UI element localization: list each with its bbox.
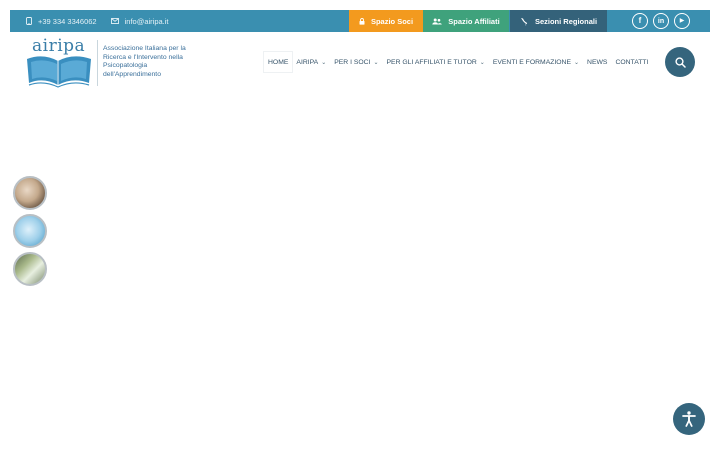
slider-thumbnail-1[interactable] xyxy=(13,176,47,210)
sezioni-regionali-label: Sezioni Regionali xyxy=(534,16,598,26)
spazio-soci-label: Spazio Soci xyxy=(370,16,414,26)
youtube-link[interactable]: ▶ xyxy=(674,13,690,29)
facebook-link[interactable]: f xyxy=(632,13,648,29)
chevron-down-icon: ⌄ xyxy=(574,59,580,66)
accessibility-icon xyxy=(682,411,696,427)
lock-icon xyxy=(359,17,365,25)
nav-item-airipa[interactable]: AIRIPA ⌄ xyxy=(292,52,330,72)
nav-item-news[interactable]: NEWS xyxy=(583,52,611,72)
nav-item-eventi-formazione[interactable]: EVENTI E FORMAZIONE ⌄ xyxy=(489,52,583,72)
brand-tagline: Associazione Italiana per la Ricerca e l… xyxy=(103,45,186,78)
search-icon xyxy=(674,56,686,68)
spazio-affiliati-button[interactable]: Spazio Affiliati xyxy=(423,10,509,32)
email-text: info@airipa.it xyxy=(124,16,169,26)
nav-item-label: PER GLI AFFILIATI E TUTOR xyxy=(386,58,477,66)
main-navigation: HOME AIRIPA ⌄ PER I SOCI ⌄ PER GLI AFFIL… xyxy=(264,52,652,72)
linkedin-icon: in xyxy=(657,17,665,25)
chevron-down-icon: ⌄ xyxy=(373,59,379,66)
nav-item-home[interactable]: HOME xyxy=(264,52,293,72)
nav-item-contatti[interactable]: CONTATTI xyxy=(611,52,652,72)
logo-wordmark: airipa xyxy=(32,36,86,56)
nav-item-label: HOME xyxy=(268,58,289,66)
phone-text: +39 334 3346062 xyxy=(38,16,97,26)
email-icon xyxy=(110,18,119,24)
chevron-down-icon: ⌄ xyxy=(479,59,485,66)
nav-item-label: EVENTI E FORMAZIONE xyxy=(492,58,571,66)
spazio-soci-button[interactable]: Spazio Soci xyxy=(349,10,423,32)
sezioni-regionali-button[interactable]: Sezioni Regionali xyxy=(510,10,607,32)
nav-item-label: NEWS xyxy=(587,58,608,66)
accessibility-button[interactable] xyxy=(673,403,705,435)
users-icon xyxy=(432,18,443,24)
top-bar: +39 334 3346062 info@airipa.it Spazio So… xyxy=(10,10,710,32)
linkedin-link[interactable]: in xyxy=(653,13,669,29)
nav-item-label: CONTATTI xyxy=(615,58,649,66)
nav-item-label: AIRIPA xyxy=(296,58,319,66)
nav-item-label: PER I SOCI xyxy=(334,58,371,66)
logo-divider xyxy=(97,40,98,86)
phone-contact[interactable]: +39 334 3346062 xyxy=(26,17,97,26)
youtube-icon: ▶ xyxy=(679,18,685,24)
slider-thumbnail-2[interactable] xyxy=(13,214,47,248)
italy-map-icon xyxy=(520,17,528,26)
facebook-icon: f xyxy=(638,16,642,25)
spazio-affiliati-label: Spazio Affiliati xyxy=(448,16,500,26)
nav-item-affiliati-tutor[interactable]: PER GLI AFFILIATI E TUTOR ⌄ xyxy=(383,52,489,72)
phone-icon xyxy=(26,17,32,25)
email-contact[interactable]: info@airipa.it xyxy=(110,16,169,26)
search-button[interactable] xyxy=(665,47,695,77)
nav-item-per-i-soci[interactable]: PER I SOCI ⌄ xyxy=(330,52,382,72)
slider-thumbnail-3[interactable] xyxy=(13,252,47,286)
chevron-down-icon: ⌄ xyxy=(321,59,327,66)
